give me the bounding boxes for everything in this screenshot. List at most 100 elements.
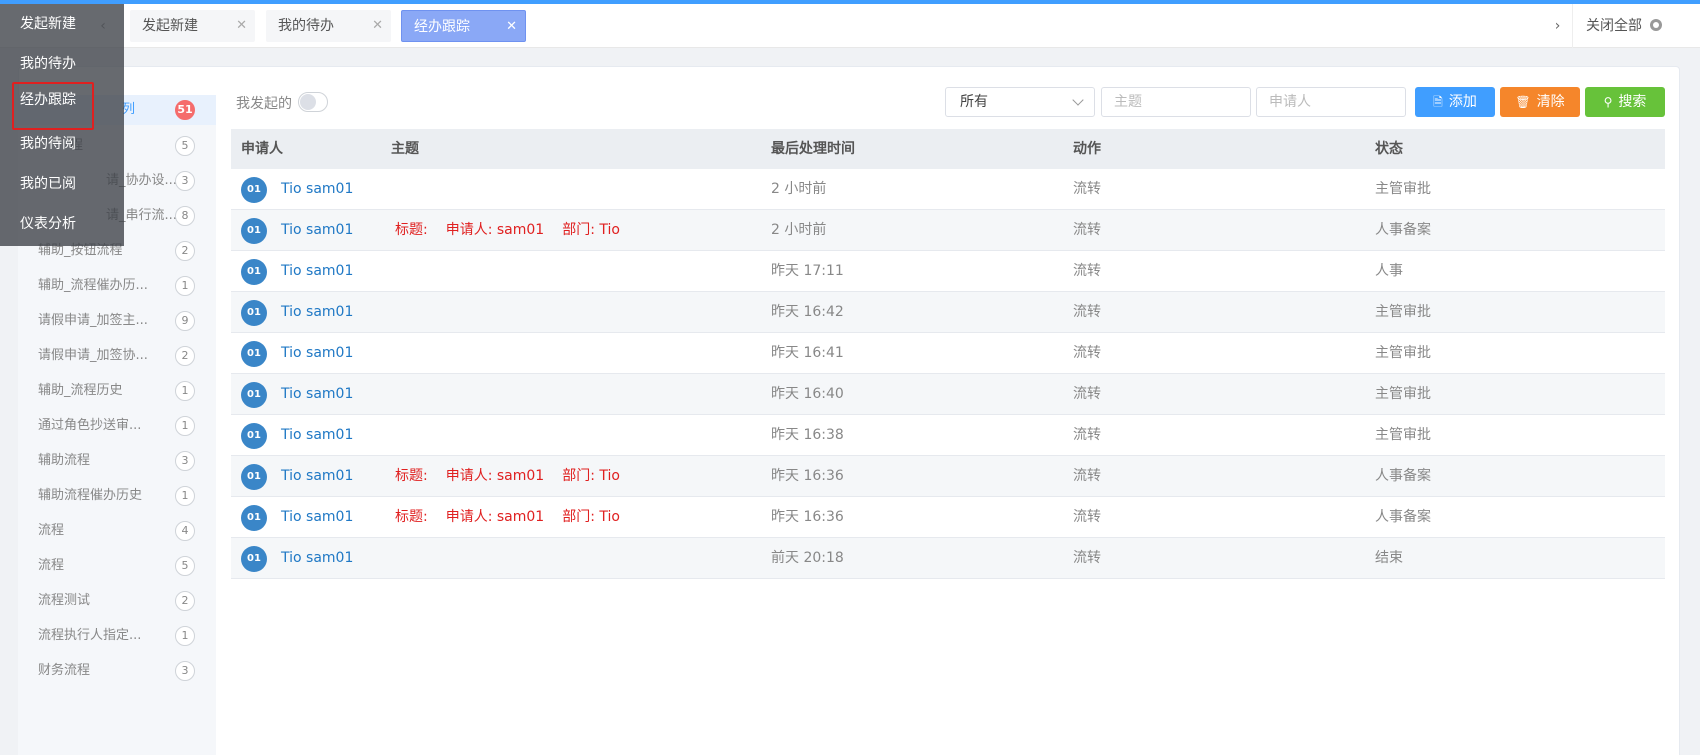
count-badge: 1 — [175, 626, 195, 646]
count-badge: 3 — [175, 171, 195, 191]
table-row[interactable]: 01 Tio sam01 昨天 16:42 流转 主管审批 — [231, 292, 1665, 333]
scope-select[interactable]: 所有 — [945, 87, 1095, 117]
avatar: 01 — [241, 177, 267, 203]
sidebar-item-label: 财务流程 — [38, 663, 91, 678]
sidebar-item[interactable]: 请假申请_加签主... 9 — [18, 306, 216, 336]
count-badge: 2 — [175, 591, 195, 611]
menu-item-tracking[interactable]: 经办跟踪 — [12, 82, 94, 130]
applicant-link[interactable]: Tio sam01 — [281, 415, 353, 456]
menu-item-todo[interactable]: 我的待办 — [0, 46, 124, 82]
last-time-cell: 昨天 17:11 — [771, 263, 844, 279]
add-button[interactable]: 🗎 添加 — [1415, 87, 1495, 117]
last-time-cell: 2 小时前 — [771, 181, 827, 197]
search-button[interactable]: ⚲ 搜索 — [1585, 87, 1665, 117]
subject-dept: 部门: Tio — [562, 509, 620, 525]
header-last-time: 最后处理时间 — [771, 141, 855, 157]
subject-requester: 申请人: sam01 — [445, 222, 545, 238]
subject-cell — [395, 415, 449, 456]
count-badge: 1 — [175, 416, 195, 436]
sidebar-item[interactable]: 辅助_流程催办历... 1 — [18, 271, 216, 301]
sidebar-item[interactable]: 辅助流程 3 — [18, 446, 216, 476]
action-cell: 流转 — [1073, 468, 1101, 484]
status-cell: 人事备案 — [1375, 468, 1431, 484]
clear-button[interactable]: 🗑 清除 — [1500, 87, 1580, 117]
count-badge: 5 — [175, 136, 195, 156]
chevron-right-icon[interactable]: › — [1543, 4, 1573, 48]
sidebar-item-label: 流程 — [38, 558, 65, 573]
action-cell: 流转 — [1073, 345, 1101, 361]
action-cell: 流转 — [1073, 550, 1101, 566]
header-applicant: 申请人 — [241, 141, 283, 157]
sidebar-item[interactable]: 流程 5 — [18, 551, 216, 581]
table-row[interactable]: 01 Tio sam01 标题: 申请人: sam01 部门: Tio 昨天 16:36 流… — [231, 497, 1665, 538]
tab-tracking[interactable]: 经办跟踪 ✕ — [401, 10, 526, 42]
applicant-link[interactable]: Tio sam01 — [281, 169, 353, 210]
applicant-link[interactable]: Tio sam01 — [281, 456, 353, 497]
avatar: 01 — [241, 341, 267, 367]
sidebar-item-label: 辅助_流程历史 — [38, 383, 123, 398]
applicant-link[interactable]: Tio sam01 — [281, 333, 353, 374]
trash-icon: 🗑 — [1515, 95, 1531, 109]
subject-title: 标题: — [395, 468, 428, 484]
sidebar-item[interactable]: 通过角色抄送审... 1 — [18, 411, 216, 441]
tab-todo[interactable]: 我的待办 ✕ — [266, 10, 391, 42]
table-row[interactable]: 01 Tio sam01 2 小时前 流转 主管审批 — [231, 169, 1665, 210]
table-row[interactable]: 01 Tio sam01 昨天 16:38 流转 主管审批 — [231, 415, 1665, 456]
menu-item-read[interactable]: 我的已阅 — [0, 166, 124, 202]
count-badge: 4 — [175, 521, 195, 541]
toggle-label: 我发起的 — [236, 96, 292, 112]
table-row[interactable]: 01 Tio sam01 标题: 申请人: sam01 部门: Tio 昨天 16:36 流… — [231, 456, 1665, 497]
my-initiated-toggle[interactable] — [298, 92, 328, 112]
table-row[interactable]: 01 Tio sam01 昨天 17:11 流转 人事 — [231, 251, 1665, 292]
subject-input[interactable] — [1101, 87, 1251, 117]
count-badge: 1 — [175, 486, 195, 506]
tab-new[interactable]: 发起新建 ✕ — [130, 10, 255, 42]
last-time-cell: 昨天 16:42 — [771, 304, 844, 320]
table-row[interactable]: 01 Tio sam01 前天 20:18 流转 结束 — [231, 538, 1665, 579]
count-badge: 2 — [175, 346, 195, 366]
subject-cell — [395, 374, 449, 415]
applicant-link[interactable]: Tio sam01 — [281, 538, 353, 579]
sidebar-item-label: 辅助流程 — [38, 453, 91, 468]
header-subject: 主题 — [391, 141, 419, 157]
menu-item-to-read[interactable]: 我的待阅 — [0, 126, 124, 162]
close-all-label: 关闭全部 — [1586, 18, 1642, 34]
status-cell: 主管审批 — [1375, 427, 1431, 443]
sidebar-item[interactable]: 请假申请_加签协... 2 — [18, 341, 216, 371]
applicant-link[interactable]: Tio sam01 — [281, 292, 353, 333]
last-time-cell: 前天 20:18 — [771, 550, 844, 566]
chevron-down-icon — [1072, 94, 1084, 106]
close-icon[interactable]: ✕ — [236, 10, 247, 42]
menu-item-new[interactable]: 发起新建 — [0, 6, 124, 42]
status-cell: 人事备案 — [1375, 509, 1431, 525]
applicant-link[interactable]: Tio sam01 — [281, 374, 353, 415]
sidebar-item-label: 辅助流程催办历史 — [38, 488, 143, 503]
action-cell: 流转 — [1073, 509, 1101, 525]
count-badge: 1 — [175, 276, 195, 296]
applicant-link[interactable]: Tio sam01 — [281, 251, 353, 292]
table-row[interactable]: 01 Tio sam01 昨天 16:40 流转 主管审批 — [231, 374, 1665, 415]
table-row[interactable]: 01 Tio sam01 昨天 16:41 流转 主管审批 — [231, 333, 1665, 374]
gear-icon[interactable] — [1650, 19, 1662, 31]
sidebar-item[interactable]: 流程测试 2 — [18, 586, 216, 616]
sidebar-item[interactable]: 辅助流程催办历史 1 — [18, 481, 216, 511]
applicant-link[interactable]: Tio sam01 — [281, 210, 353, 251]
close-icon[interactable]: ✕ — [506, 11, 517, 43]
table-row[interactable]: 01 Tio sam01 标题: 申请人: sam01 部门: Tio 2 小时前 流转 人事… — [231, 210, 1665, 251]
search-label: 搜索 — [1618, 94, 1647, 110]
sidebar-item[interactable]: 财务流程 3 — [18, 656, 216, 686]
add-label: 添加 — [1448, 94, 1477, 110]
subject-cell — [395, 292, 449, 333]
sidebar-item[interactable]: 辅助_流程历史 1 — [18, 376, 216, 406]
close-icon[interactable]: ✕ — [372, 10, 383, 42]
count-badge: 1 — [175, 381, 195, 401]
sidebar-item[interactable]: 流程 4 — [18, 516, 216, 546]
status-cell: 主管审批 — [1375, 345, 1431, 361]
menu-item-dashboard[interactable]: 仪表分析 — [0, 206, 124, 242]
applicant-link[interactable]: Tio sam01 — [281, 497, 353, 538]
subject-cell — [395, 251, 449, 292]
avatar: 01 — [241, 464, 267, 490]
applicant-input[interactable] — [1256, 87, 1406, 117]
sidebar-item[interactable]: 流程执行人指定... 1 — [18, 621, 216, 651]
close-all-button[interactable]: 关闭全部 — [1586, 4, 1662, 48]
